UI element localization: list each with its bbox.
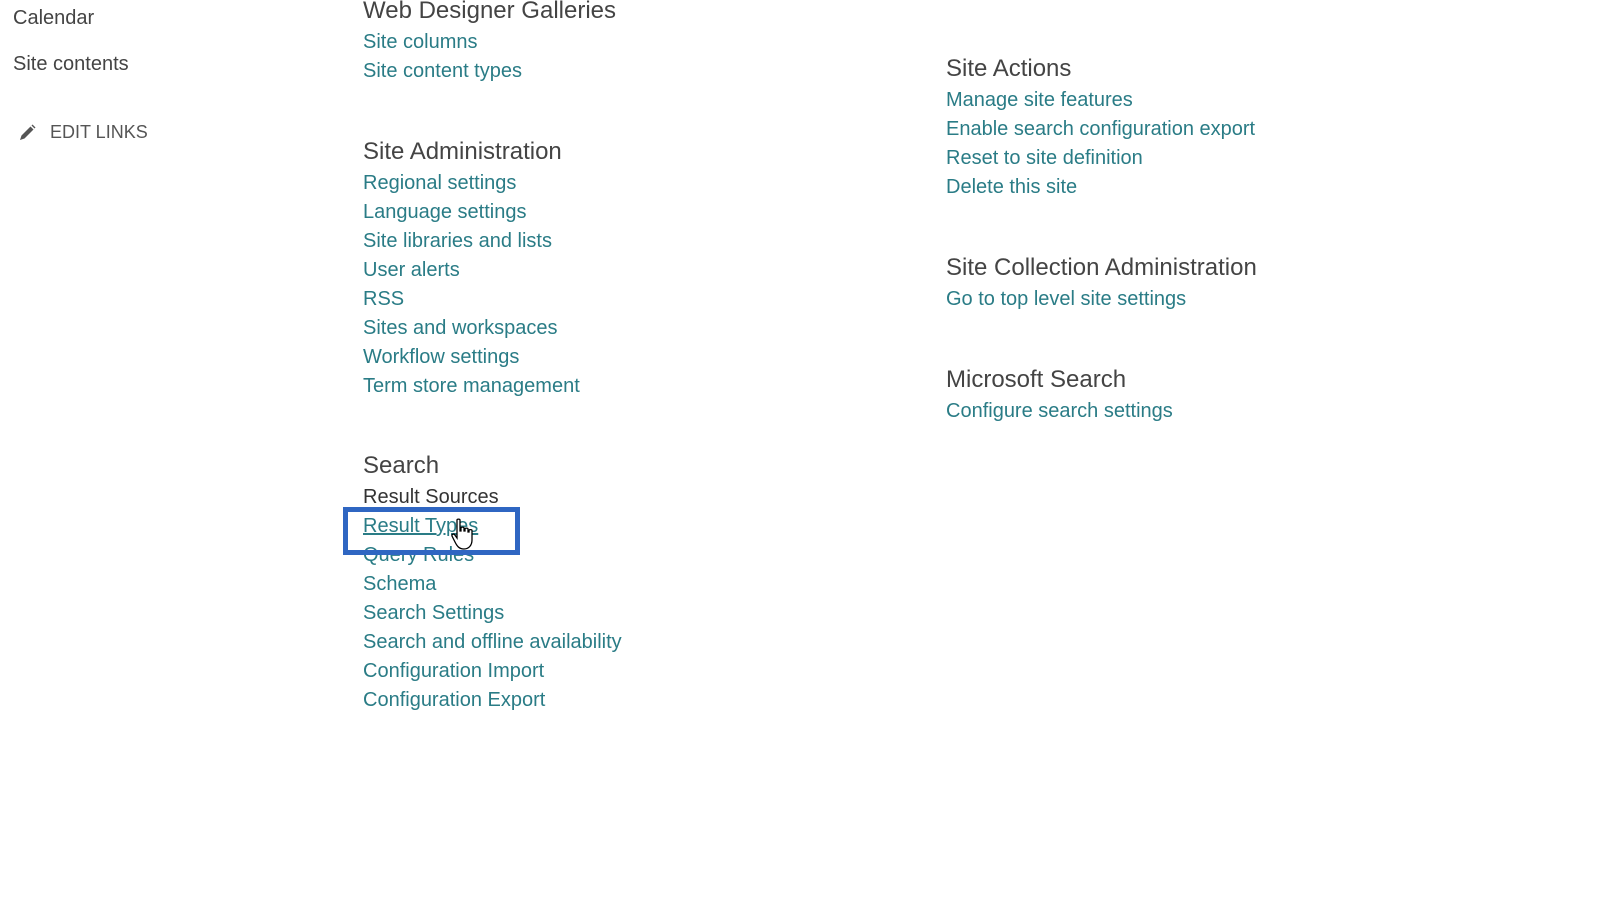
link-result-types[interactable]: Result Types [363,515,478,537]
section-heading: Site Collection Administration [946,254,1257,281]
link-go-to-top-level-site-settings[interactable]: Go to top level site settings [946,288,1186,310]
link-rss[interactable]: RSS [363,288,404,310]
link-user-alerts[interactable]: User alerts [363,259,460,281]
link-enable-search-configuration-export[interactable]: Enable search configuration export [946,118,1255,140]
link-result-sources[interactable]: Result Sources [363,486,499,508]
nav-item-calendar[interactable]: Calendar [13,7,94,30]
link-site-columns[interactable]: Site columns [363,31,478,53]
link-search-settings[interactable]: Search Settings [363,602,504,624]
link-configuration-export[interactable]: Configuration Export [363,689,545,711]
pencil-icon [20,124,36,140]
section-site-administration: Site Administration Regional settings La… [363,136,580,401]
link-configuration-import[interactable]: Configuration Import [363,660,544,682]
link-query-rules[interactable]: Query Rules [363,544,474,566]
nav-item-site-contents[interactable]: Site contents [13,53,129,76]
link-term-store-management[interactable]: Term store management [363,375,580,397]
link-regional-settings[interactable]: Regional settings [363,172,516,194]
edit-links-button[interactable]: EDIT LINKS [17,122,148,143]
section-site-collection-administration: Site Collection Administration Go to top… [946,252,1257,314]
link-site-content-types[interactable]: Site content types [363,60,522,82]
section-heading: Microsoft Search [946,366,1127,393]
link-schema[interactable]: Schema [363,573,436,595]
link-workflow-settings[interactable]: Workflow settings [363,346,519,368]
section-heading: Web Designer Galleries [363,0,616,24]
section-microsoft-search: Microsoft Search Configure search settin… [946,364,1173,426]
site-settings-page: Calendar Site contents EDIT LINKS Web De… [0,0,1600,922]
link-manage-site-features[interactable]: Manage site features [946,89,1133,111]
link-language-settings[interactable]: Language settings [363,201,526,223]
section-web-designer-galleries: Web Designer Galleries Site columns Site… [363,0,616,86]
section-search: Search Result Sources Result Types Query… [363,450,622,715]
link-reset-to-site-definition[interactable]: Reset to site definition [946,147,1143,169]
section-heading: Site Actions [946,55,1072,82]
section-heading: Site Administration [363,138,562,165]
link-configure-search-settings[interactable]: Configure search settings [946,400,1173,422]
edit-links-label: EDIT LINKS [50,122,148,142]
link-sites-and-workspaces[interactable]: Sites and workspaces [363,317,558,339]
link-search-and-offline-availability[interactable]: Search and offline availability [363,631,622,653]
section-site-actions: Site Actions Manage site features Enable… [946,53,1255,202]
link-site-libraries-and-lists[interactable]: Site libraries and lists [363,230,552,252]
link-delete-this-site[interactable]: Delete this site [946,176,1077,198]
section-heading: Search [363,452,440,479]
